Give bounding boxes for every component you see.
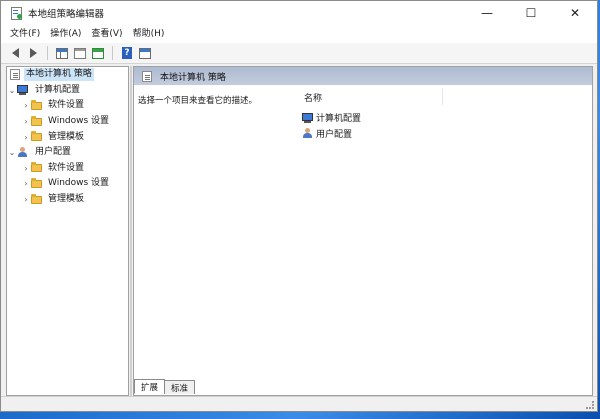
chevron-right-icon[interactable]: › [21,195,31,204]
view-tabs: 扩展 标准 [134,379,196,394]
status-bar [1,396,597,411]
chevron-right-icon[interactable]: › [21,179,31,188]
tree-item-label: Windows 设置 [48,178,110,189]
tree-item-user-admin-templates[interactable]: › 管理模板 [7,192,128,208]
menu-bar: 文件(F) 操作(A) 查看(V) 帮助(H) [1,25,597,43]
tree-item-label: 本地计算机 策略 [24,68,94,82]
close-button[interactable]: ✕ [553,1,597,25]
user-icon [17,147,29,158]
tree-item-label: 计算机配置 [35,84,81,95]
tree-item-label: 管理模板 [48,194,85,205]
folder-icon [31,99,42,110]
description-text: 选择一个项目来查看它的描述。 [138,96,258,106]
app-icon [10,7,22,20]
toolbar-separator [112,46,113,60]
chevron-right-icon[interactable]: › [21,117,31,126]
menu-view[interactable]: 查看(V) [86,25,127,43]
tree-item-computer-software[interactable]: › 软件设置 [7,98,128,114]
toolbar-separator [47,46,48,60]
menu-file[interactable]: 文件(F) [5,25,45,43]
chevron-right-icon[interactable]: › [21,101,31,110]
folder-icon [31,162,42,173]
folder-icon [31,131,42,142]
folder-icon [31,177,42,188]
tree-item-label: 软件设置 [48,162,85,173]
user-icon [302,127,314,139]
menu-action[interactable]: 操作(A) [45,25,86,43]
minimize-button[interactable]: — [465,1,509,25]
properties-icon[interactable] [72,45,88,61]
tree-item-label: 管理模板 [48,131,85,142]
tree-item-label: 软件设置 [48,100,85,111]
tree-item-label: Windows 设置 [48,116,110,127]
chevron-down-icon[interactable]: ⌄ [7,86,17,95]
title-bar[interactable]: 本地组策略编辑器 — ☐ ✕ [1,1,597,25]
main-content: 本地计算机 策略 ⌄ 计算机配置 › 软件设置 › Windows 设置 › 管… [6,66,593,398]
gpedit-window: 本地组策略编辑器 — ☐ ✕ 文件(F) 操作(A) 查看(V) 帮助(H) ?… [0,0,598,412]
list-item-user-config[interactable]: 用户配置 [302,126,361,142]
tree-item-computer-windows[interactable]: › Windows 设置 [7,114,128,130]
folder-icon [31,115,42,126]
back-icon[interactable] [7,45,23,61]
tab-standard[interactable]: 标准 [164,380,196,394]
list-item-label: 用户配置 [316,129,353,140]
tree-item-user-windows[interactable]: › Windows 设置 [7,176,128,192]
show-hide-tree-icon[interactable] [54,45,70,61]
chevron-right-icon[interactable]: › [21,133,31,142]
detail-header-title: 本地计算机 策略 [160,72,226,83]
computer-icon [17,85,29,96]
detail-list: 计算机配置 用户配置 [302,110,361,141]
tree-item-root[interactable]: 本地计算机 策略 [7,67,128,83]
policy-icon [10,69,20,81]
tree-item-computer-admin-templates[interactable]: › 管理模板 [7,129,128,145]
folder-icon [31,193,42,204]
chevron-right-icon[interactable]: › [21,164,31,173]
maximize-button[interactable]: ☐ [509,1,553,25]
help-icon[interactable]: ? [119,45,135,61]
tab-extended[interactable]: 扩展 [134,379,166,394]
list-item-computer-config[interactable]: 计算机配置 [302,110,361,126]
view-icon[interactable] [137,45,153,61]
column-header-name[interactable]: 名称 [302,89,443,105]
detail-pane: 本地计算机 策略 选择一个项目来查看它的描述。 名称 计算机配置 用户配置 [133,66,593,396]
detail-header: 本地计算机 策略 [134,67,592,85]
window-title: 本地组策略编辑器 [28,9,105,20]
chevron-down-icon[interactable]: ⌄ [7,148,17,157]
policy-icon [142,70,152,82]
pane-splitter[interactable] [130,66,132,396]
export-list-icon[interactable] [90,45,106,61]
menu-help[interactable]: 帮助(H) [128,25,170,43]
tree-item-label: 用户配置 [35,147,72,158]
resize-grip[interactable] [586,401,594,409]
tree-item-computer-config[interactable]: ⌄ 计算机配置 [7,83,128,99]
column-header-label: 名称 [304,93,323,104]
list-item-label: 计算机配置 [316,114,362,125]
forward-icon[interactable] [25,45,41,61]
computer-icon [302,112,314,123]
toolbar: ? [1,43,597,64]
tree-pane: 本地计算机 策略 ⌄ 计算机配置 › 软件设置 › Windows 设置 › 管… [6,66,129,396]
tree-item-user-config[interactable]: ⌄ 用户配置 [7,145,128,161]
tree-item-user-software[interactable]: › 软件设置 [7,161,128,177]
